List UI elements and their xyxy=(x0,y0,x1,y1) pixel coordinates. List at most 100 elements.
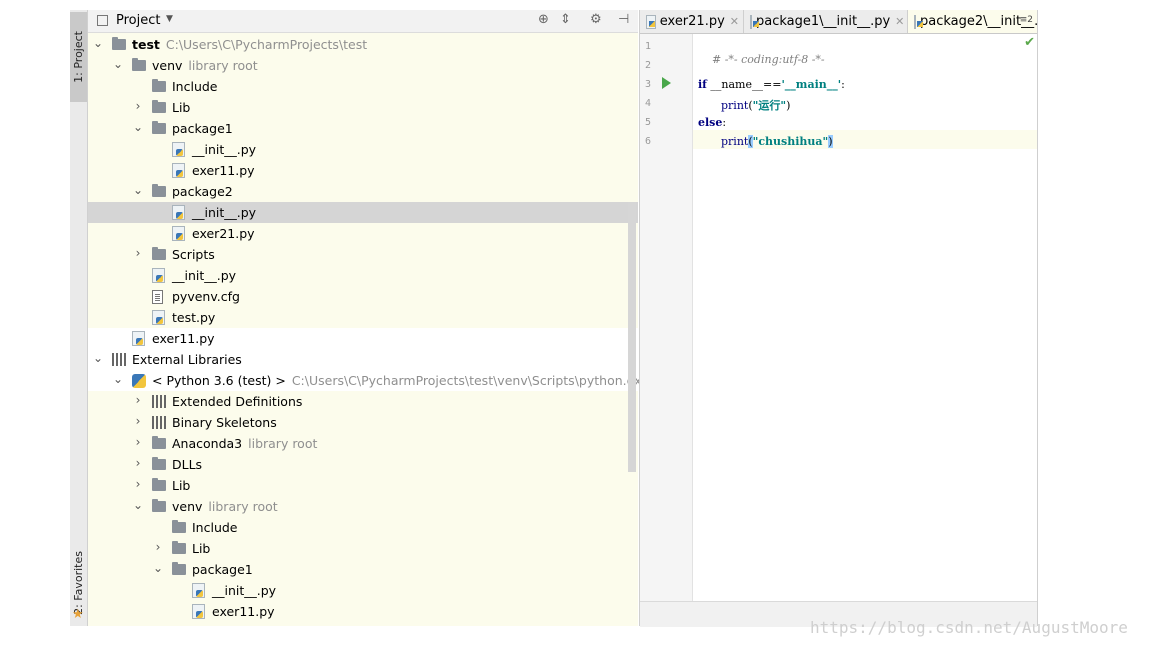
tree-row-label: Lib xyxy=(172,100,190,115)
tree-row[interactable]: › DLLs xyxy=(88,454,638,475)
tree-row[interactable]: › Anaconda3 library root xyxy=(88,433,638,454)
locate-icon[interactable]: ⊕ xyxy=(538,12,549,27)
tree-row-label: package1 xyxy=(172,121,233,136)
chevron-right-icon[interactable]: › xyxy=(132,477,144,491)
python-file-icon xyxy=(750,14,759,29)
tree-row-label: __init__.py xyxy=(212,583,276,598)
chevron-right-icon[interactable]: › xyxy=(132,99,144,113)
tree-row[interactable]: ⌄ External Libraries xyxy=(88,349,638,370)
chevron-right-icon[interactable]: › xyxy=(132,393,144,407)
tree-row[interactable]: __init__.py xyxy=(88,265,638,286)
tree-row-label: Include xyxy=(172,79,218,94)
tree-row-name: venv xyxy=(152,58,183,73)
close-icon[interactable]: ✕ xyxy=(730,15,739,28)
code-line-6[interactable]: print("chushihua") xyxy=(721,135,833,148)
folder-icon xyxy=(152,79,166,92)
tree-row[interactable]: exer11.py xyxy=(88,328,638,349)
tree-row[interactable]: __init__.py xyxy=(88,580,638,601)
tree-row-name: package1 xyxy=(172,121,233,136)
tree-row-name: < Python 3.6 (test) > xyxy=(152,373,286,388)
tree-row-name: Binary Skeletons xyxy=(172,415,277,430)
tree-row-label: Anaconda3 library root xyxy=(172,436,317,451)
tree-row-name: Scripts xyxy=(172,247,215,262)
tree-row[interactable]: Include xyxy=(88,517,638,538)
code-line-3[interactable]: if __name__=='__main__': xyxy=(698,78,845,91)
tree-row-name: exer11.py xyxy=(152,331,215,346)
favorites-tool-tab-label: 2: Favorites xyxy=(72,551,85,615)
folder-icon xyxy=(152,247,166,260)
chevron-down-icon[interactable]: ⌄ xyxy=(152,561,164,575)
tree-row-label: Lib xyxy=(172,478,190,493)
tree-row-label: exer11.py xyxy=(212,604,275,619)
code-line-5[interactable]: else: xyxy=(698,116,726,129)
tree-row-name: Lib xyxy=(172,478,191,493)
tab-overflow-count[interactable]: ≡2 xyxy=(1020,15,1033,25)
tree-row[interactable]: › Lib xyxy=(88,97,638,118)
tree-row-hint: C:\Users\C\PycharmProjects\test xyxy=(165,37,368,52)
tree-row[interactable]: ⌄ venv library root xyxy=(88,496,638,517)
chevron-right-icon[interactable]: › xyxy=(132,246,144,260)
chevron-down-icon[interactable]: ⌄ xyxy=(112,372,124,386)
inspection-ok-icon[interactable]: ✔ xyxy=(1024,35,1035,50)
run-gutter-icon[interactable] xyxy=(662,77,671,89)
tree-row-name: Include xyxy=(172,79,218,94)
project-panel: Project ▼ ⊕ ⇕ ⚙ ⊣ ⌄ test C:\Users\C\Pychar… xyxy=(88,10,649,626)
tree-row[interactable]: › Lib xyxy=(88,538,638,559)
tree-row-name: pyvenv.cfg xyxy=(172,289,240,304)
project-view-selector[interactable]: Project xyxy=(116,13,160,28)
tree-row[interactable]: exer11.py xyxy=(88,601,638,622)
chevron-right-icon[interactable]: › xyxy=(152,540,164,554)
tree-row[interactable]: exer21.py xyxy=(88,223,638,244)
tree-row[interactable]: ⌄ test C:\Users\C\PycharmProjects\test xyxy=(88,34,638,55)
chevron-right-icon[interactable]: › xyxy=(132,435,144,449)
tree-row[interactable]: ⌄ package1 xyxy=(88,559,638,580)
folder-icon xyxy=(172,562,186,575)
tree-row[interactable]: › Extended Definitions xyxy=(88,391,638,412)
code-line-1[interactable]: # -*- coding:utf-8 -*- xyxy=(698,40,825,79)
tree-row[interactable]: › Binary Skeletons xyxy=(88,412,638,433)
tree-row[interactable]: › Scripts xyxy=(88,244,638,265)
tab-label: package1\__init__.py xyxy=(756,14,891,29)
tree-row[interactable]: ⌄ < Python 3.6 (test) > C:\Users\C\Pycharm… xyxy=(88,370,649,391)
close-icon[interactable]: ✕ xyxy=(895,15,904,28)
python-file-icon xyxy=(172,142,185,157)
tree-scrollbar[interactable] xyxy=(628,202,636,472)
tree-row[interactable]: pyvenv.cfg xyxy=(88,286,638,307)
tree-row[interactable]: exer11.py xyxy=(88,160,638,181)
chevron-down-icon[interactable]: ⌄ xyxy=(132,498,144,512)
tree-row[interactable]: test.py xyxy=(88,307,638,328)
chevron-right-icon[interactable]: › xyxy=(132,414,144,428)
tree-row-label: venv library root xyxy=(172,499,278,514)
tree-row[interactable]: ⌄ package2 xyxy=(88,181,638,202)
tree-row-label: venv library root xyxy=(152,58,258,73)
tab-package1-init[interactable]: package1\__init__.py ✕ xyxy=(744,10,908,33)
tab-exer21[interactable]: exer21.py ✕ xyxy=(640,10,744,33)
collapse-all-icon[interactable]: ⇕ xyxy=(560,12,571,27)
chevron-down-icon[interactable]: ⌄ xyxy=(92,36,104,50)
hide-panel-icon[interactable]: ⊣ xyxy=(618,12,629,27)
python-file-icon xyxy=(914,14,923,29)
tree-row[interactable]: __init__.py xyxy=(88,139,638,160)
tab-package2-init[interactable]: package2\__init__.py xyxy=(908,10,1037,33)
tree-row-name: __init__.py xyxy=(212,583,277,598)
watermark: https://blog.csdn.net/AugustMoore xyxy=(810,618,1128,637)
python-file-icon xyxy=(172,205,185,220)
chevron-down-icon[interactable]: ⌄ xyxy=(112,57,124,71)
gear-icon[interactable]: ⚙ xyxy=(590,12,602,27)
project-tool-tab[interactable]: 1: Project xyxy=(70,12,87,102)
chevron-down-icon[interactable]: ⌄ xyxy=(132,120,144,134)
tree-row[interactable]: ⌄ package1 xyxy=(88,118,638,139)
chevron-down-icon[interactable]: ⌄ xyxy=(92,351,104,365)
star-icon: ★ xyxy=(72,607,84,622)
tree-row[interactable]: ⌄ venv library root xyxy=(88,55,638,76)
tree-row[interactable]: › Lib xyxy=(88,475,638,496)
chevron-down-icon[interactable]: ▼ xyxy=(166,14,173,24)
chevron-down-icon[interactable]: ⌄ xyxy=(132,183,144,197)
line-number: 2 xyxy=(645,60,652,71)
chevron-right-icon[interactable]: › xyxy=(132,456,144,470)
tree-row[interactable]: Include xyxy=(88,76,638,97)
tree-row[interactable]: __init__.py xyxy=(88,202,638,223)
tree-row-name: exer21.py xyxy=(192,226,255,241)
code-line-4[interactable]: print("运行") xyxy=(721,97,790,113)
tree-row-name: package1 xyxy=(192,562,253,577)
